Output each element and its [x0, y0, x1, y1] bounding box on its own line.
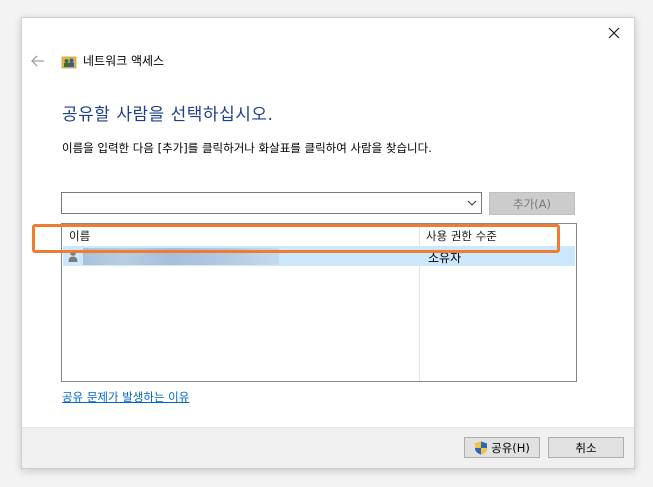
dialog-footer: 공유(H) 취소	[22, 427, 634, 468]
network-access-dialog: 네트워크 액세스 공유할 사람을 선택하십시오. 이름을 입력한 다음 [추가]…	[21, 17, 635, 469]
window-title: 네트워크 액세스	[83, 54, 165, 68]
instruction-text: 이름을 입력한 다음 [추가]를 클릭하거나 화살표를 클릭하여 사람을 찾습니…	[62, 141, 432, 155]
share-user-list: 이름 사용 권한 수준 소유자	[61, 223, 577, 382]
user-icon	[68, 250, 78, 262]
chevron-down-icon[interactable]	[466, 197, 478, 209]
back-button[interactable]	[28, 52, 48, 70]
list-item[interactable]: 소유자	[63, 246, 575, 266]
uac-shield-icon	[475, 441, 488, 454]
close-button[interactable]	[602, 22, 626, 44]
list-header: 이름 사용 권한 수준	[62, 224, 576, 244]
network-users-icon	[61, 56, 77, 68]
close-icon	[608, 27, 620, 39]
user-name-combobox[interactable]	[61, 192, 482, 214]
back-arrow-icon	[31, 55, 44, 67]
window-title-bar: 네트워크 액세스	[61, 52, 164, 69]
user-name-redacted	[83, 248, 279, 265]
share-button-label: 공유(H)	[491, 440, 530, 455]
user-name-input[interactable]	[65, 194, 464, 214]
column-header-permission[interactable]: 사용 권한 수준	[426, 228, 497, 244]
page-heading: 공유할 사람을 선택하십시오.	[62, 105, 274, 125]
share-button[interactable]: 공유(H)	[464, 437, 540, 458]
permission-level[interactable]: 소유자	[428, 249, 461, 266]
cancel-button[interactable]: 취소	[548, 437, 624, 458]
sharing-problems-link[interactable]: 공유 문제가 발생하는 이유	[62, 389, 189, 405]
column-header-name[interactable]: 이름	[69, 228, 90, 244]
add-button[interactable]: 추가(A)	[489, 192, 575, 215]
